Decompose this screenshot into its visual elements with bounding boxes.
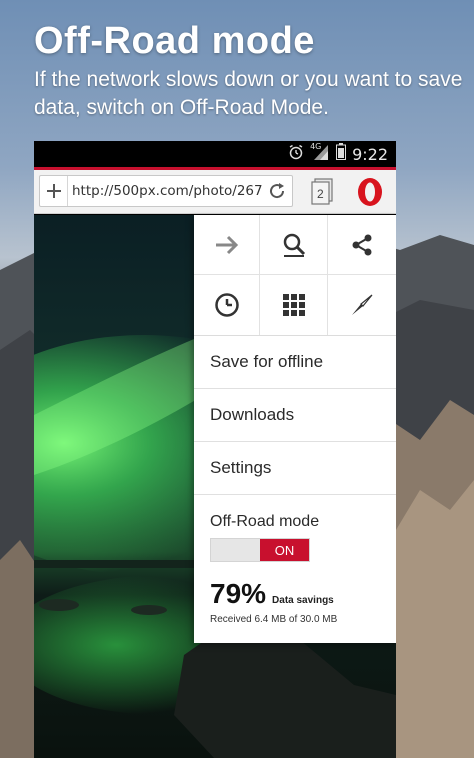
url-text[interactable]: http://500px.com/photo/2679 <box>68 183 262 199</box>
browser-toolbar: http://500px.com/photo/2679 2 <box>34 170 396 214</box>
share-icon[interactable] <box>328 215 396 275</box>
menu-item-downloads[interactable]: Downloads <box>194 389 396 442</box>
phone-screen: 4G 9:22 http://500px.com/photo/2679 2 Sa… <box>34 141 396 758</box>
received-text: Received 6.4 MB of 30.0 MB <box>210 614 338 625</box>
status-bar: 4G 9:22 <box>34 141 396 167</box>
history-clock-icon[interactable] <box>194 275 260 335</box>
address-bar[interactable]: http://500px.com/photo/2679 <box>39 175 293 207</box>
savings-percent: 79% <box>210 578 267 609</box>
savings-label: Data savings <box>272 595 334 606</box>
offroad-section: Off-Road mode ON 79% Data savings Receiv… <box>194 495 396 625</box>
promo-subtitle: If the network slows down or you want to… <box>34 68 463 119</box>
new-tab-plus-icon[interactable] <box>40 176 68 206</box>
promo-title: Off-Road mode <box>34 20 315 62</box>
speed-dial-grid-icon[interactable] <box>260 275 328 335</box>
menu-item-settings[interactable]: Settings <box>194 442 396 495</box>
data-savings: 79% Data savings <box>210 578 396 610</box>
find-in-page-icon[interactable] <box>260 215 328 275</box>
offroad-toggle[interactable]: ON <box>210 538 310 562</box>
status-clock: 9:22 <box>352 144 388 164</box>
quick-actions-grid <box>194 215 396 336</box>
signal-icon: 4G <box>310 141 330 165</box>
discover-compass-icon[interactable] <box>328 275 396 335</box>
tabs-icon[interactable]: 2 <box>310 178 334 206</box>
offroad-label: Off-Road mode <box>210 513 320 530</box>
tab-count: 2 <box>317 187 324 201</box>
toggle-on-label: ON <box>260 539 309 561</box>
menu-item-save-offline[interactable]: Save for offline <box>194 336 396 389</box>
toggle-off-side <box>211 539 260 561</box>
alarm-icon <box>288 144 304 165</box>
forward-arrow-icon[interactable] <box>194 215 260 275</box>
network-badge: 4G <box>310 141 322 151</box>
reload-icon[interactable] <box>262 176 292 206</box>
battery-icon <box>336 143 347 165</box>
opera-menu-panel: Save for offline Downloads Settings Off-… <box>194 215 396 643</box>
opera-menu-icon[interactable] <box>352 176 388 208</box>
